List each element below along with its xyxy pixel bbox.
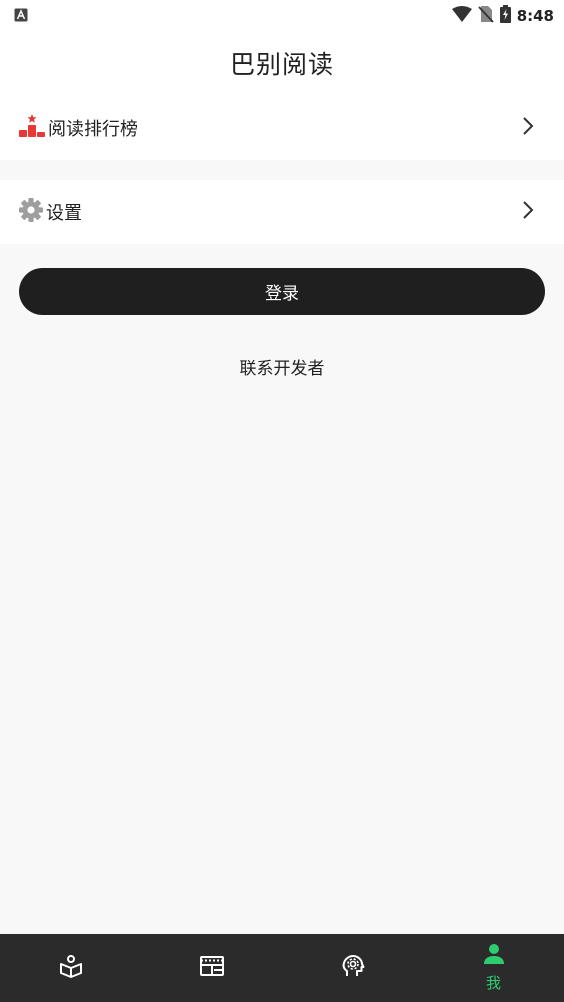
- a-notification-icon: [14, 7, 28, 26]
- chevron-right-icon: [522, 200, 534, 224]
- app-header: 巴别阅读: [0, 30, 564, 96]
- person-icon: [482, 943, 506, 969]
- no-sim-icon: [478, 5, 494, 27]
- nav-tab-brain[interactable]: [282, 934, 423, 1002]
- gear-icon: [18, 197, 44, 227]
- discover-icon: [199, 954, 224, 982]
- brain-icon: [341, 954, 365, 982]
- ranking-podium-icon: [18, 113, 46, 143]
- menu-item-label: 设置: [46, 203, 82, 224]
- battery-icon: [499, 5, 511, 27]
- menu-item-settings[interactable]: 设置: [0, 180, 564, 244]
- nav-tab-label: 我: [485, 974, 501, 992]
- menu-item-label: 阅读排行榜: [48, 119, 138, 140]
- menu-item-reading-ranking[interactable]: 阅读排行榜: [0, 96, 564, 160]
- status-bar: 8:48: [0, 0, 564, 30]
- bookshelf-icon: [59, 954, 83, 982]
- nav-tab-discover[interactable]: [141, 934, 282, 1002]
- chevron-right-icon: [522, 116, 534, 140]
- nav-tab-me[interactable]: 我: [423, 934, 564, 1002]
- contact-developer-link[interactable]: 联系开发者: [0, 354, 564, 379]
- page-title: 巴别阅读: [229, 50, 334, 79]
- status-time: 8:48: [516, 7, 554, 25]
- bottom-nav: 我: [0, 934, 564, 1002]
- wifi-icon: [451, 6, 472, 26]
- login-button[interactable]: 登录: [19, 268, 545, 315]
- nav-tab-bookshelf[interactable]: [0, 934, 141, 1002]
